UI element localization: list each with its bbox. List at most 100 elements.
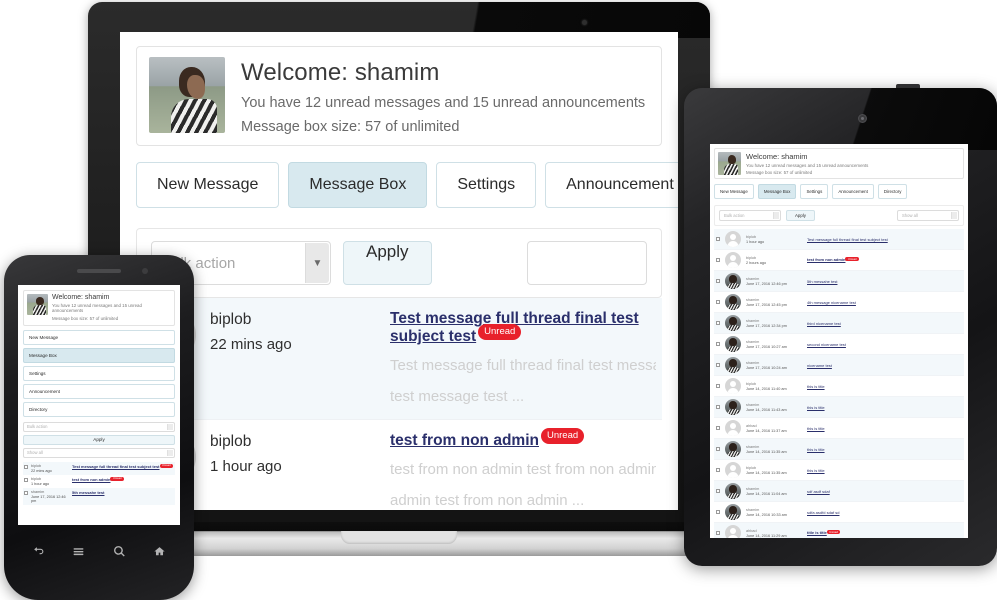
welcome-text: Welcome: shamim You have 12 unread messa… <box>241 57 645 135</box>
row-checkbox[interactable] <box>716 258 720 262</box>
row-checkbox[interactable] <box>716 384 720 388</box>
row-checkbox[interactable] <box>716 489 720 493</box>
message-subject-link[interactable]: third nicename test <box>807 321 841 326</box>
show-all-select[interactable] <box>527 241 647 285</box>
row-checkbox[interactable] <box>716 300 720 304</box>
table-row[interactable]: shamim June 17, 2016 10:24 am nicename tes… <box>714 355 964 376</box>
phone-earpiece <box>77 269 121 273</box>
row-checkbox[interactable] <box>716 510 720 514</box>
table-row[interactable]: shamim June 17, 2016 12:46 pm 5th messahe … <box>714 271 964 292</box>
apply-button[interactable]: Apply <box>786 210 815 221</box>
table-row[interactable]: biplob 22 mins ago Test message full threa… <box>23 461 175 475</box>
message-excerpt: Test message full thread final test mess… <box>390 357 656 374</box>
message-subject-link[interactable]: nicename test <box>807 363 832 368</box>
tab-announcement[interactable]: Announcement <box>832 184 874 199</box>
row-checkbox[interactable] <box>716 468 720 472</box>
tab-message-box[interactable]: Message Box <box>288 162 428 208</box>
message-subject-link[interactable]: Test message full thread final test subj… <box>807 237 888 242</box>
tab-new-message[interactable]: New Message <box>714 184 754 199</box>
row-checkbox[interactable] <box>716 531 720 535</box>
tab-new-message[interactable]: New Message <box>23 329 175 345</box>
table-row[interactable]: ahbad June 14, 2016 11:37 am this is title <box>714 418 964 439</box>
message-subject-link[interactable]: test from non admin <box>807 257 845 262</box>
avatar <box>725 525 741 538</box>
row-checkbox[interactable] <box>716 279 720 283</box>
message-subject-link[interactable]: this is title <box>807 405 825 410</box>
tab-message-box[interactable]: Message Box <box>23 347 175 363</box>
message-subject-link[interactable]: 5th messahe test <box>72 490 104 495</box>
message-meta: shamim June 14, 2016 10:33 am <box>746 508 802 517</box>
row-checkbox[interactable] <box>716 321 720 325</box>
table-row[interactable]: shamim June 14, 2016 11:04 am sdf asdf sda… <box>714 481 964 502</box>
table-row[interactable]: shamim June 17, 2016 12:46 pm 5th messahe … <box>23 487 175 505</box>
status-badge: Unread <box>540 428 585 444</box>
message-list: biplob 22 mins ago Test message full thr… <box>136 298 662 510</box>
message-subject-link[interactable]: this is title <box>807 384 825 389</box>
table-row[interactable]: biplob 2 hours ago test from non admin Unre… <box>714 250 964 271</box>
message-subject-link[interactable]: test from non admin <box>72 477 110 482</box>
message-subject-link[interactable]: test from non admin <box>390 432 539 449</box>
mailbox-size: Message box size: 57 of unlimited <box>241 119 460 135</box>
message-subject-link[interactable]: title is title <box>807 530 827 535</box>
status-badge: Unread <box>159 463 174 468</box>
row-checkbox[interactable] <box>716 447 720 451</box>
search-icon[interactable] <box>113 545 126 563</box>
avatar <box>725 294 741 310</box>
message-subject-link[interactable]: sdf asdf sdaf <box>807 489 830 494</box>
message-subject-link[interactable]: this is title <box>807 468 825 473</box>
message-subject-link[interactable]: this is title <box>807 426 825 431</box>
tab-announcement[interactable]: Announcement <box>545 162 678 208</box>
table-row[interactable]: shamim June 17, 2016 12:45 pm 4th message … <box>714 292 964 313</box>
table-row[interactable]: biplob 1 hour ago test from non admin Unr… <box>136 420 662 510</box>
table-row[interactable]: biplob June 14, 2016 11:40 am this is titl… <box>714 376 964 397</box>
table-row[interactable]: biplob 1 hour ago Test message full thread… <box>714 229 964 250</box>
apply-button[interactable]: Apply <box>23 434 175 445</box>
bulk-action-select[interactable]: Bulk action <box>23 421 175 432</box>
row-checkbox[interactable] <box>716 363 720 367</box>
table-row[interactable]: shamim June 17, 2016 12:34 pm third nicena… <box>714 313 964 334</box>
show-all-select[interactable]: Show all <box>897 210 959 221</box>
tab-settings[interactable]: Settings <box>23 365 175 381</box>
tab-directory[interactable]: Directory <box>23 401 175 417</box>
tab-directory[interactable]: Directory <box>877 184 908 199</box>
table-row[interactable]: shamim June 14, 2016 11:43 am this is titl… <box>714 397 964 418</box>
message-body: Test message full thread final test subj… <box>72 463 174 470</box>
show-all-select[interactable]: Show all <box>23 447 175 458</box>
apply-button[interactable]: Apply <box>343 241 432 285</box>
tab-settings[interactable]: Settings <box>800 184 829 199</box>
message-subject-link[interactable]: second nicename test <box>807 342 846 347</box>
tab-announcement[interactable]: Announcement <box>23 383 175 399</box>
message-subject-link[interactable]: Test message full thread final test subj… <box>72 464 160 469</box>
tab-settings[interactable]: Settings <box>436 162 537 208</box>
bulk-action-select[interactable]: Bulk action <box>719 210 781 221</box>
row-checkbox[interactable] <box>24 490 28 495</box>
home-icon[interactable] <box>153 545 166 563</box>
table-row[interactable]: shamim June 14, 2016 11:35 am this is titl… <box>714 439 964 460</box>
table-row[interactable]: shamim June 14, 2016 10:33 am sdfa asdfd s… <box>714 502 964 523</box>
message-author: shamim <box>746 486 760 491</box>
row-checkbox[interactable] <box>716 405 720 409</box>
message-subject-link[interactable]: 5th messahe test <box>807 279 837 284</box>
chevron-down-icon <box>167 449 173 456</box>
tab-new-message[interactable]: New Message <box>136 162 280 208</box>
message-subject-link[interactable]: this is title <box>807 447 825 452</box>
back-icon[interactable] <box>32 545 45 563</box>
table-row[interactable]: biplob June 14, 2016 11:35 am this is titl… <box>714 460 964 481</box>
message-time: June 17, 2016 10:27 am <box>746 344 787 349</box>
menu-icon[interactable] <box>72 545 85 563</box>
row-checkbox[interactable] <box>716 237 720 241</box>
list-toolbar: Bulk action Apply Show all <box>714 205 964 226</box>
laptop-webcam-icon <box>582 20 587 25</box>
row-checkbox[interactable] <box>24 464 28 469</box>
table-row[interactable]: biplob 22 mins ago Test message full thr… <box>136 298 662 420</box>
message-subject-link[interactable]: 4th message nicename test <box>807 300 856 305</box>
table-row[interactable]: biplob 1 hour ago test from non admin Unrea… <box>23 475 175 488</box>
table-row[interactable]: ahbad June 14, 2016 11:29 am title is titl… <box>714 523 964 538</box>
row-checkbox[interactable] <box>24 477 28 482</box>
message-subject-link[interactable]: sdfa asdfd sdaf sd <box>807 510 839 515</box>
row-checkbox[interactable] <box>716 426 720 430</box>
message-list: biplob 1 hour ago Test message full thread… <box>714 229 964 538</box>
tab-message-box[interactable]: Message Box <box>757 184 797 199</box>
table-row[interactable]: shamim June 17, 2016 10:27 am second nicen… <box>714 334 964 355</box>
row-checkbox[interactable] <box>716 342 720 346</box>
